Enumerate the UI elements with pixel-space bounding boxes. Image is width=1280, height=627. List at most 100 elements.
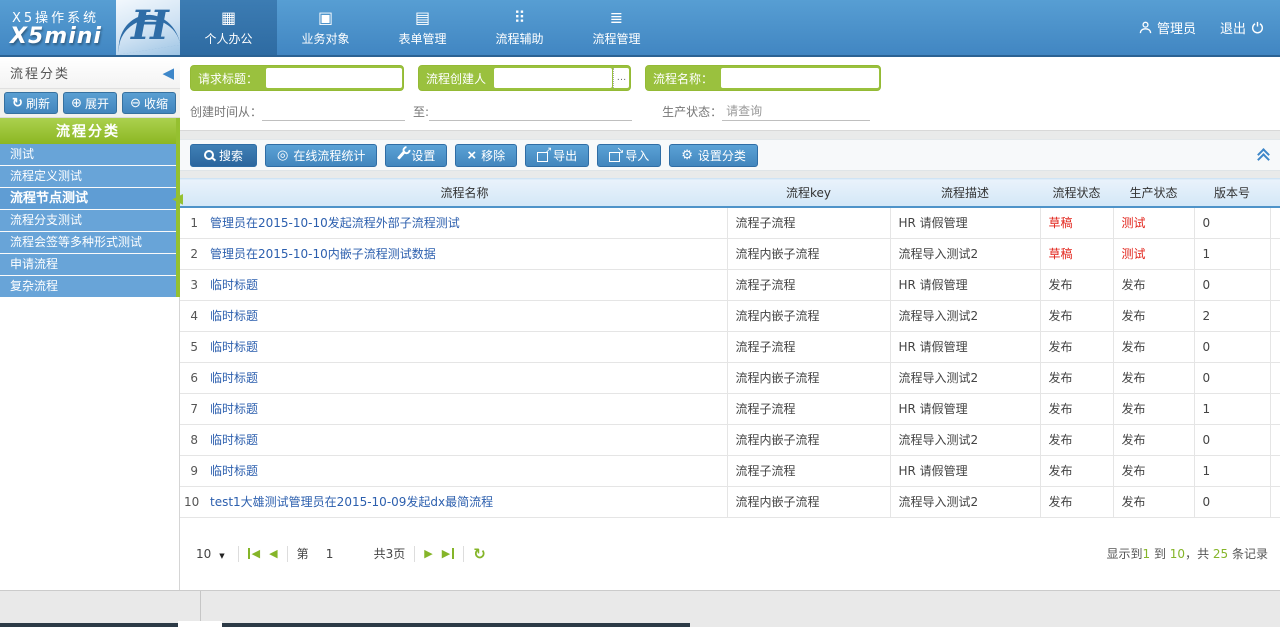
filler-cell bbox=[1270, 424, 1280, 455]
toolbar-button[interactable]: 导入 bbox=[597, 144, 661, 167]
toolbar-button[interactable]: 在线流程统计 bbox=[265, 144, 377, 167]
pagination-bar: 10 第 1 共3页 显示到1 到 10，共 25 bbox=[180, 545, 1280, 563]
prod-status-cell: 发布 bbox=[1113, 393, 1194, 424]
table-row[interactable]: 5 临时标题 流程子流程 HR 请假管理 发布 发布 0 bbox=[180, 331, 1280, 362]
table-row[interactable]: 9 临时标题 流程子流程 HR 请假管理 发布 发布 1 bbox=[180, 455, 1280, 486]
process-desc-cell: HR 请假管理 bbox=[890, 455, 1040, 486]
user-name: 管理员 bbox=[1157, 18, 1196, 37]
table-row[interactable]: 2 管理员在2015-10-10内嵌子流程测试数据 流程内嵌子流程 流程导入测试… bbox=[180, 238, 1280, 269]
table-row[interactable]: 6 临时标题 流程内嵌子流程 流程导入测试2 发布 发布 0 bbox=[180, 362, 1280, 393]
nav-tab[interactable]: ▣ 业务对象 bbox=[277, 0, 374, 55]
chevron-double-up-icon[interactable] bbox=[1257, 149, 1270, 162]
prod-status-cell: 发布 bbox=[1113, 362, 1194, 393]
categories-icon bbox=[681, 148, 693, 162]
process-creator-field: 流程创建人 … bbox=[418, 65, 631, 91]
prev-page-icon[interactable] bbox=[269, 548, 277, 559]
process-key-cell: 流程内嵌子流程 bbox=[727, 238, 890, 269]
prod-status-cell: 测试 bbox=[1113, 238, 1194, 269]
process-name-link[interactable]: 管理员在2015-10-10内嵌子流程测试数据 bbox=[210, 247, 436, 261]
filler-cell bbox=[1270, 455, 1280, 486]
process-name-link[interactable]: test1大雄测试管理员在2015-10-09发起dx最简流程 bbox=[210, 495, 493, 509]
filler-cell bbox=[1270, 486, 1280, 517]
toolbar-button[interactable]: 设置分类 bbox=[669, 144, 758, 167]
tree-item[interactable]: 测试 bbox=[0, 144, 176, 165]
process-name-link[interactable]: 临时标题 bbox=[210, 402, 258, 416]
table-row[interactable]: 4 临时标题 流程内嵌子流程 流程导入测试2 发布 发布 2 bbox=[180, 300, 1280, 331]
sidebar-toolbar: 刷新 展开 收缩 bbox=[0, 89, 180, 118]
last-page-icon[interactable] bbox=[442, 548, 454, 559]
app-header: X5操作系统 X5mini H ▦ 个人办公 ▣ 业务对象 ▤ bbox=[0, 0, 1280, 57]
column-header: 流程描述 bbox=[890, 179, 1040, 207]
toolbar-button[interactable]: 搜索 bbox=[190, 144, 257, 167]
created-from-input[interactable] bbox=[262, 102, 405, 121]
tree-item[interactable]: 流程定义测试 bbox=[0, 165, 176, 187]
created-to-input[interactable] bbox=[429, 102, 632, 121]
panel-handle[interactable] bbox=[178, 621, 222, 627]
sidebar-toolbar-button[interactable]: 展开 bbox=[63, 92, 117, 114]
process-name-link[interactable]: 临时标题 bbox=[210, 278, 258, 292]
version-cell: 0 bbox=[1194, 331, 1270, 362]
sidebar-toolbar-button[interactable]: 收缩 bbox=[122, 92, 176, 114]
nav-tab[interactable]: ▤ 表单管理 bbox=[374, 0, 471, 55]
first-page-icon[interactable] bbox=[248, 548, 260, 559]
process-name-link[interactable]: 临时标题 bbox=[210, 340, 258, 354]
filler-cell bbox=[1270, 300, 1280, 331]
table-row[interactable]: 8 临时标题 流程内嵌子流程 流程导入测试2 发布 发布 0 bbox=[180, 424, 1280, 455]
process-name-link[interactable]: 临时标题 bbox=[210, 309, 258, 323]
remove-icon bbox=[467, 148, 476, 163]
process-name-link[interactable]: 管理员在2015-10-10发起流程外部子流程测试 bbox=[210, 216, 460, 230]
tree-item[interactable]: 复杂流程 bbox=[0, 275, 176, 297]
next-page-icon[interactable] bbox=[424, 548, 432, 559]
version-cell: 0 bbox=[1194, 269, 1270, 300]
separator bbox=[463, 546, 464, 562]
tree-item[interactable]: 流程节点测试 bbox=[0, 187, 176, 209]
tree-item-label: 流程分支测试 bbox=[10, 213, 82, 227]
process-name-link[interactable]: 临时标题 bbox=[210, 433, 258, 447]
prod-status-input[interactable] bbox=[722, 102, 870, 121]
table-row[interactable]: 3 临时标题 流程子流程 HR 请假管理 发布 发布 0 bbox=[180, 269, 1280, 300]
filler-cell bbox=[1270, 362, 1280, 393]
reload-icon[interactable] bbox=[473, 545, 486, 563]
search-row-2: 创建时间从： 至: 生产状态： bbox=[190, 102, 1270, 121]
tree-item-label: 流程会签等多种形式测试 bbox=[10, 235, 142, 249]
tree-item[interactable]: 申请流程 bbox=[0, 253, 176, 275]
page-size-select[interactable]: 10 bbox=[192, 547, 229, 561]
current-user[interactable]: 管理员 bbox=[1139, 18, 1196, 37]
filler-cell bbox=[1270, 331, 1280, 362]
nav-tab[interactable]: ≣ 流程管理 bbox=[568, 0, 665, 55]
process-name-link[interactable]: 临时标题 bbox=[210, 371, 258, 385]
collapse-icon bbox=[130, 95, 141, 111]
process-desc-cell: 流程导入测试2 bbox=[890, 486, 1040, 517]
logo-mark: H bbox=[116, 0, 180, 55]
panel-collapse-icon[interactable] bbox=[162, 64, 176, 82]
process-name-link[interactable]: 临时标题 bbox=[210, 464, 258, 478]
toolbar-button-label: 设置分类 bbox=[698, 147, 746, 164]
toolbar-button[interactable]: 设置 bbox=[385, 144, 447, 167]
process-status-cell: 发布 bbox=[1040, 331, 1113, 362]
process-creator-input[interactable] bbox=[494, 68, 612, 88]
table-row[interactable]: 1 管理员在2015-10-10发起流程外部子流程测试 流程子流程 HR 请假管… bbox=[180, 207, 1280, 239]
sidebar-toolbar-button[interactable]: 刷新 bbox=[4, 92, 58, 114]
logout-button[interactable]: 退出 bbox=[1220, 18, 1264, 37]
personal-office-icon: ▦ bbox=[180, 7, 277, 29]
table-row[interactable]: 10 test1大雄测试管理员在2015-10-09发起dx最简流程 流程内嵌子… bbox=[180, 486, 1280, 517]
prod-status-cell: 测试 bbox=[1113, 207, 1194, 239]
toolbar-button[interactable]: 导出 bbox=[525, 144, 589, 167]
nav-tab-label: 流程辅助 bbox=[471, 30, 568, 47]
table-header-row: 流程名称 流程key 流程描述 流程状态 生产状态 版本号 bbox=[180, 179, 1280, 207]
tree-item[interactable]: 流程分支测试 bbox=[0, 209, 176, 231]
column-header: 流程名称 bbox=[202, 179, 727, 207]
toolbar-button-label: 设置 bbox=[411, 147, 435, 164]
toolbar-button[interactable]: 移除 bbox=[455, 144, 517, 167]
table-row[interactable]: 7 临时标题 流程子流程 HR 请假管理 发布 发布 1 bbox=[180, 393, 1280, 424]
process-key-cell: 流程子流程 bbox=[727, 393, 890, 424]
process-management-icon: ≣ bbox=[568, 7, 665, 29]
current-page[interactable]: 1 bbox=[318, 547, 342, 561]
tree-item[interactable]: 流程会签等多种形式测试 bbox=[0, 231, 176, 253]
nav-tab[interactable]: ▦ 个人办公 bbox=[180, 0, 277, 55]
process-name-input[interactable] bbox=[721, 68, 879, 88]
creator-picker-button[interactable]: … bbox=[613, 68, 629, 88]
sidebar: 流程分类 刷新 展开 收缩 bbox=[0, 57, 180, 590]
request-title-input[interactable] bbox=[266, 68, 402, 88]
nav-tab[interactable]: ⠿ 流程辅助 bbox=[471, 0, 568, 55]
